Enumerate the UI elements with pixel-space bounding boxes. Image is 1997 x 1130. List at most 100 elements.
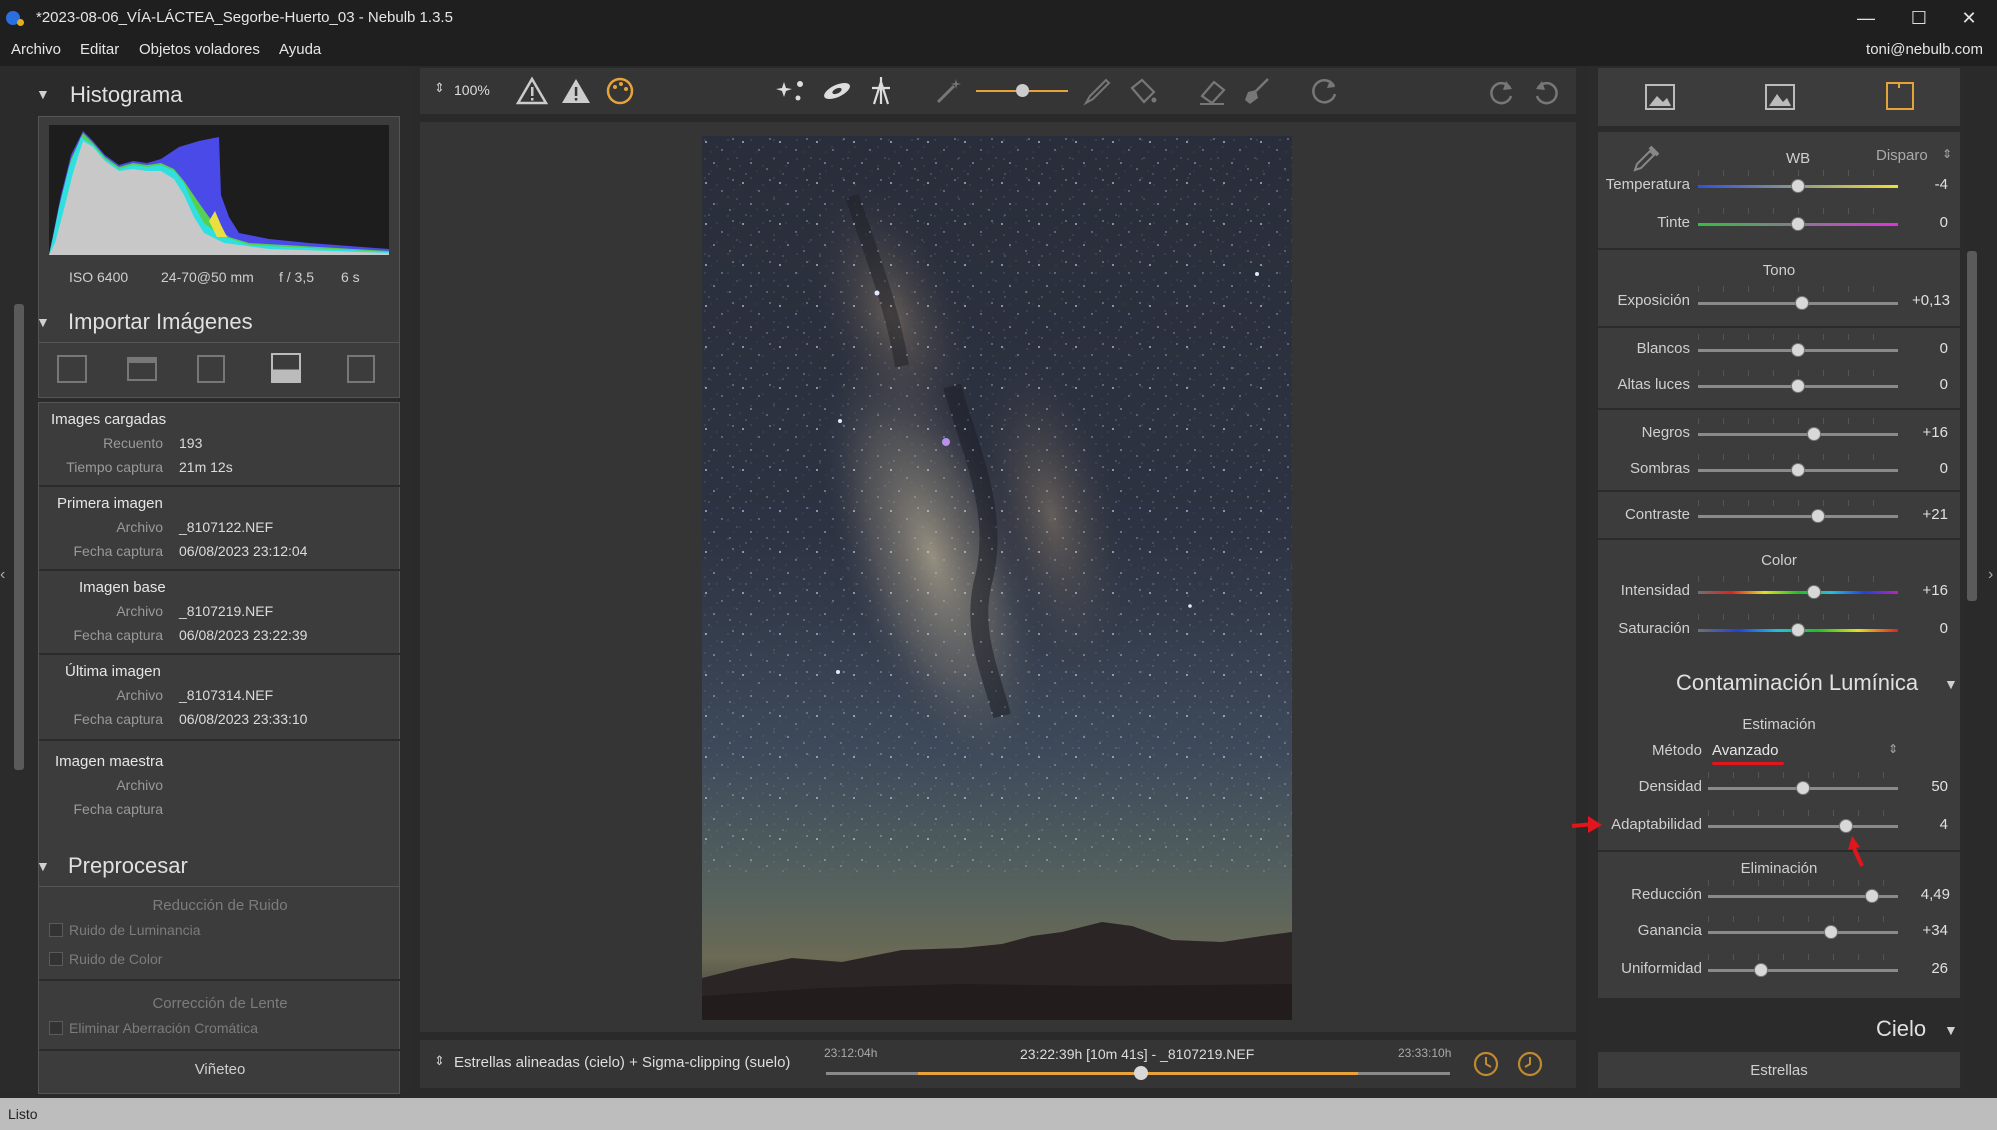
slider-temperature-label: Temperatura [1605,176,1690,193]
light-pollution-title[interactable]: Contaminación Lumínica [1676,670,1918,696]
slider-contrast-track[interactable] [1698,515,1898,518]
slider-vibrance-value: +16 [1922,582,1948,599]
slider-vibrance-track[interactable] [1698,591,1898,594]
collapse-triangle-icon[interactable]: ▼ [36,86,50,102]
timeline-knob[interactable] [1134,1066,1148,1080]
tab-frame-icon[interactable] [1884,80,1916,112]
close-button[interactable]: ✕ [1946,4,1992,32]
collapse-triangle-icon[interactable]: ▼ [1944,1022,1958,1038]
slider-shadows-knob[interactable] [1791,463,1805,477]
brush-icon[interactable] [1082,76,1112,106]
slider-whites-knob[interactable] [1791,343,1805,357]
slider-exposure-knob[interactable] [1795,296,1809,310]
menu-objetos-voladores[interactable]: Objetos voladores [139,41,260,58]
broom-icon[interactable] [1242,76,1272,106]
annotation-underline [1712,762,1784,765]
slider-highlights-knob[interactable] [1791,379,1805,393]
slider-gain-knob[interactable] [1824,925,1838,939]
redo-icon[interactable] [1486,76,1518,106]
slider-shadows-label: Sombras [1629,460,1690,477]
noise-color-checkbox[interactable] [49,952,63,966]
import-images-icon[interactable] [57,355,87,383]
slider-uniformity-track[interactable] [1708,969,1898,972]
left-scrollbar[interactable] [14,304,24,770]
slider-gain-track[interactable] [1708,931,1898,934]
collapse-left-icon[interactable]: ‹ [0,566,10,584]
tab-sky-image-icon[interactable] [1644,82,1676,112]
divider [39,739,401,741]
histogram-title[interactable]: Histograma [70,82,182,108]
ground-tower-icon[interactable] [866,74,896,106]
minimize-button[interactable]: — [1843,4,1889,32]
slider-adaptability-track[interactable] [1708,825,1898,828]
slider-vibrance-knob[interactable] [1807,585,1821,599]
base-image-icon[interactable] [271,353,301,383]
vignette-header[interactable]: Viñeteo [39,1061,401,1078]
sky-title[interactable]: Cielo [1876,1016,1926,1042]
undo-icon[interactable] [1530,76,1562,106]
tab-ground-image-icon[interactable] [1764,82,1796,112]
palette-icon[interactable] [604,75,636,107]
zoom-level[interactable]: 100% [454,82,490,98]
zoom-spinner-icon[interactable]: ⇕ [434,80,445,96]
brush-size-slider-knob[interactable] [1016,84,1029,97]
eyedropper-icon[interactable] [1630,142,1662,174]
slider-density-knob[interactable] [1796,781,1810,795]
slider-temperature-knob[interactable] [1791,179,1805,193]
slider-vibrance-label: Intensidad [1620,582,1690,599]
preprocess-title[interactable]: Preprocesar [68,853,188,879]
fill-bucket-icon[interactable] [1126,76,1158,106]
warning-outline-icon[interactable] [516,76,548,106]
right-scrollbar[interactable] [1967,251,1977,601]
warning-filled-icon[interactable] [560,76,592,106]
mode-spinner-icon[interactable]: ⇕ [434,1053,445,1069]
stack-mode[interactable]: Estrellas alineadas (cielo) + Sigma-clip… [454,1054,790,1071]
milky-way-icon[interactable] [820,76,854,106]
collapse-triangle-icon[interactable]: ▼ [36,314,50,330]
slider-adaptability-knob[interactable] [1839,819,1853,833]
collapse-triangle-icon[interactable]: ▼ [36,858,50,874]
method-select[interactable]: Avanzado [1712,742,1778,759]
wb-mode-select[interactable]: Disparo [1876,147,1928,164]
slider-tint-value: 0 [1939,214,1948,231]
maximize-button[interactable]: ☐ [1896,4,1942,32]
last-date-label: Fecha captura [73,711,164,727]
ticks [1698,454,1898,460]
slider-tint-label: Tinte [1657,214,1690,231]
menu-ayuda[interactable]: Ayuda [279,41,321,58]
slider-highlights-label: Altas luces [1617,376,1690,393]
chromatic-checkbox[interactable] [49,1021,63,1035]
divider [39,1049,401,1051]
stars-header[interactable]: Estrellas [1598,1062,1960,1079]
clock-forward-icon[interactable] [1470,1048,1502,1080]
divider [1598,490,1960,492]
master-image-icon[interactable] [347,355,375,383]
slider-blacks-track[interactable] [1698,433,1898,436]
eraser-icon[interactable] [1196,76,1228,106]
refresh-icon[interactable] [1308,76,1340,106]
wb-mode-spinner-icon[interactable]: ⇕ [1942,147,1952,161]
import-folder-icon[interactable] [127,357,157,381]
menu-editar[interactable]: Editar [80,41,119,58]
slider-uniformity-knob[interactable] [1754,963,1768,977]
magic-wand-icon[interactable] [934,76,964,106]
collapse-right-icon[interactable]: › [1988,566,1993,584]
master-file-label: Archivo [116,777,163,793]
slider-gain-label: Ganancia [1637,922,1702,939]
slider-contrast-knob[interactable] [1811,509,1825,523]
slider-reduction-knob[interactable] [1865,889,1879,903]
method-spinner-icon[interactable]: ⇕ [1888,742,1898,756]
import-title[interactable]: Importar Imágenes [68,309,253,335]
noise-lum-checkbox[interactable] [49,923,63,937]
slider-blacks-knob[interactable] [1807,427,1821,441]
slider-saturation-knob[interactable] [1791,623,1805,637]
import-paste-icon[interactable] [197,355,225,383]
slider-tint-knob[interactable] [1791,217,1805,231]
clock-back-icon[interactable] [1514,1048,1546,1080]
collapse-triangle-icon[interactable]: ▼ [1944,676,1958,692]
milky-way-photo[interactable] [702,136,1292,1020]
user-account[interactable]: toni@nebulb.com [1866,41,1983,58]
menu-archivo[interactable]: Archivo [11,41,61,58]
divider [39,653,401,655]
stars-icon[interactable] [776,76,808,106]
